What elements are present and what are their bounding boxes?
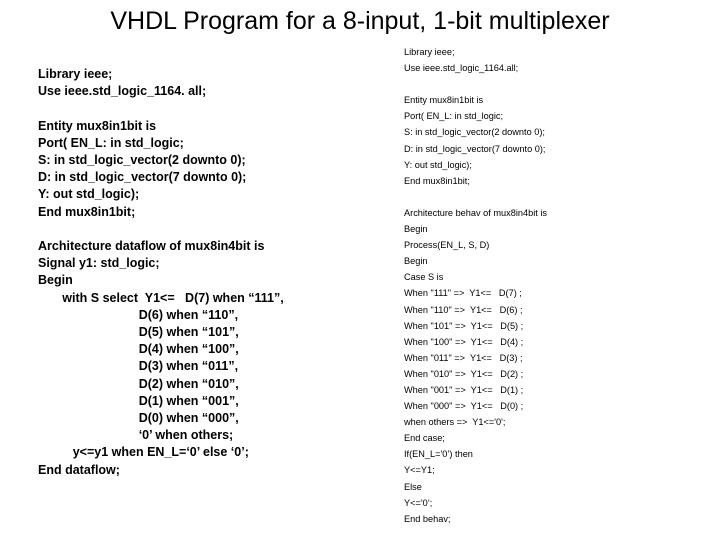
behavioral-code-line: End mux8in1bit; bbox=[404, 175, 470, 186]
dataflow-code-blank-line bbox=[38, 100, 388, 117]
dataflow-code-line: Port( EN_L: in std_logic; bbox=[38, 135, 184, 150]
dataflow-code-line: End dataflow; bbox=[38, 462, 120, 477]
behavioral-code-line: Begin bbox=[404, 224, 428, 235]
behavioral-code-line: If(EN_L='0’) then bbox=[404, 449, 473, 460]
dataflow-code-line: D(1) when “001”, bbox=[38, 393, 239, 408]
behavioral-code-line: when others => Y1<='0'; bbox=[404, 417, 506, 428]
dataflow-code-line: Y: out std_logic); bbox=[38, 187, 140, 202]
behavioral-code-line: End behav; bbox=[404, 513, 451, 524]
behavioral-code-line: Port( EN_L: in std_logic; bbox=[404, 111, 504, 122]
behavioral-code-block: Library ieee; Use ieee.std_logic_1164.all… bbox=[404, 44, 704, 527]
behavioral-code-line: Architecture behav of mux8in4bit is bbox=[404, 207, 547, 218]
behavioral-code-line: S: in std_logic_vector(2 downto 0); bbox=[404, 127, 545, 138]
dataflow-code-line: D: in std_logic_vector(7 downto 0); bbox=[38, 170, 247, 185]
behavioral-code-line: Use ieee.std_logic_1164.all; bbox=[404, 63, 519, 74]
dataflow-code-line: D(2) when “010”, bbox=[38, 376, 239, 391]
behavioral-code-line: When "100" => Y1<= D(4) ; bbox=[404, 336, 524, 347]
behavioral-code-line: When "001" => Y1<= D(1) ; bbox=[404, 384, 524, 395]
dataflow-code-blank-line bbox=[38, 221, 388, 238]
dataflow-code-line: Architecture dataflow of mux8in4bit is bbox=[38, 239, 265, 254]
dataflow-code-line: D(3) when “011”, bbox=[38, 359, 239, 374]
behavioral-code-line: When "010" => Y1<= D(2) ; bbox=[404, 368, 524, 379]
dataflow-code-line: D(0) when “000”, bbox=[38, 411, 239, 426]
behavioral-code-line: When "111" => Y1<= D(7) ; bbox=[404, 288, 522, 299]
dataflow-code-line: ‘0’ when others; bbox=[38, 428, 234, 443]
behavioral-code-line: Case S is bbox=[404, 272, 444, 283]
dataflow-code-block: Library ieee; Use ieee.std_logic_1164. al… bbox=[38, 66, 388, 479]
behavioral-code-line: Y: out std_logic); bbox=[404, 159, 472, 170]
dataflow-code-line: y<=y1 when EN_L=‘0’ else ‘0’; bbox=[38, 445, 249, 460]
dataflow-code-line: D(5) when “101”, bbox=[38, 325, 239, 340]
behavioral-code-line: When "000" => Y1<= D(0) ; bbox=[404, 401, 524, 412]
dataflow-code-line: Use ieee.std_logic_1164. all; bbox=[38, 84, 207, 99]
slide-canvas: VHDL Program for a 8-input, 1-bit multip… bbox=[0, 0, 720, 540]
page-title: VHDL Program for a 8-input, 1-bit multip… bbox=[110, 7, 610, 35]
behavioral-code-line: D: in std_logic_vector(7 downto 0); bbox=[404, 143, 546, 154]
behavioral-code-line: When "101" => Y1<= D(5) ; bbox=[404, 320, 524, 331]
dataflow-code-line: D(6) when “110”, bbox=[38, 307, 239, 322]
dataflow-code-line: D(4) when “100”, bbox=[38, 342, 239, 357]
behavioral-code-line: Process(EN_L, S, D) bbox=[404, 240, 490, 251]
behavioral-code-line: End case; bbox=[404, 433, 445, 444]
behavioral-code-blank-line bbox=[404, 76, 704, 92]
behavioral-code-line: When "011" => Y1<= D(3) ; bbox=[404, 352, 523, 363]
behavioral-code-line: When "110" => Y1<= D(6) ; bbox=[404, 304, 523, 315]
dataflow-code-line: Entity mux8in1bit is bbox=[38, 118, 157, 133]
dataflow-code-line: Signal y1: std_logic; bbox=[38, 256, 160, 271]
dataflow-code-line: S: in std_logic_vector(2 downto 0); bbox=[38, 153, 246, 168]
behavioral-code-line: Library ieee; bbox=[404, 47, 455, 57]
dataflow-code-line: End mux8in1bit; bbox=[38, 204, 136, 219]
behavioral-code-line: Entity mux8in1bit is bbox=[404, 95, 484, 106]
behavioral-code-line: Y<='0’; bbox=[404, 497, 433, 508]
dataflow-code-line: Library ieee; bbox=[38, 67, 113, 81]
dataflow-code-line: with S select Y1<= D(7) when “111”, bbox=[38, 290, 284, 305]
behavioral-code-blank-line bbox=[404, 189, 704, 205]
dataflow-code-line: Begin bbox=[38, 273, 73, 288]
behavioral-code-line: Begin bbox=[404, 256, 428, 267]
behavioral-code-line: Y<=Y1; bbox=[404, 465, 435, 476]
behavioral-code-line: Else bbox=[404, 481, 422, 492]
